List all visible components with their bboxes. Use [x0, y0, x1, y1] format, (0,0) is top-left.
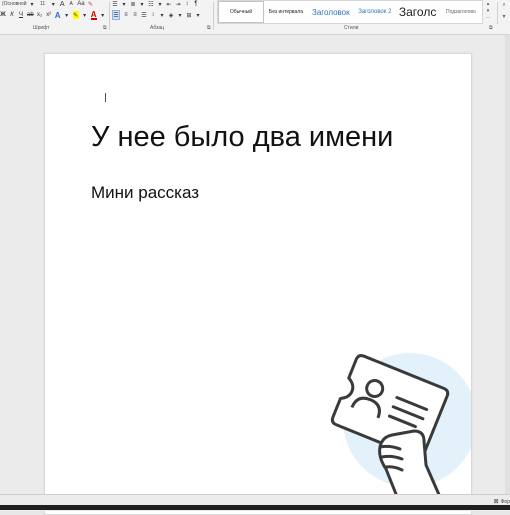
highlight-dropdown-icon[interactable]: ▾ — [82, 11, 88, 19]
paragraph-group-row2: ☰ ≡ ≡ ☰ ↕ ▾ ◈ ▾ ⊞ ▾ — [112, 9, 201, 21]
justify-icon[interactable]: ☰ — [141, 11, 147, 19]
editing-icon[interactable]: ⌕ — [502, 2, 505, 9]
styles-group-label: Стили — [344, 25, 359, 31]
shrink-font-icon[interactable]: A — [68, 0, 74, 8]
font-size-select[interactable]: 11 — [38, 1, 47, 8]
bullets-dropdown-icon[interactable]: ▾ — [121, 0, 127, 8]
styles-scroll: ▴ ▾ ⋯ — [483, 0, 493, 22]
style-subtitle[interactable]: Подзаголово — [440, 1, 482, 23]
style-no-spacing[interactable]: Без интервала — [264, 1, 308, 23]
style-heading-2[interactable]: Заголовок 2 — [354, 1, 396, 23]
align-center-icon[interactable]: ≡ — [123, 11, 129, 19]
ribbon-collapse-icon[interactable]: ▾ — [502, 13, 505, 20]
show-marks-icon[interactable]: ¶ — [193, 0, 199, 8]
line-spacing-dropdown-icon[interactable]: ▾ — [159, 11, 165, 19]
superscript-icon[interactable]: x² — [46, 11, 52, 19]
font-group-row2: Ж К Ч ab x₂ x² A ▾ ✎ ▾ A ▾ — [0, 9, 106, 21]
text-effects-icon[interactable]: A — [55, 11, 61, 20]
font-group-row1: (Основной ▾ 11 ▾ A A Aa ✎ — [0, 0, 94, 8]
subscript-icon[interactable]: x₂ — [37, 11, 43, 19]
multilevel-dropdown-icon[interactable]: ▾ — [157, 0, 163, 8]
font-name-select[interactable]: (Основной — [0, 1, 27, 8]
style-title[interactable]: Заголс — [396, 1, 440, 23]
document-title[interactable]: У нее было два имени — [91, 121, 393, 154]
numbering-dropdown-icon[interactable]: ▾ — [139, 0, 145, 8]
multilevel-list-icon[interactable]: ☷ — [148, 0, 154, 8]
bullets-icon[interactable]: ☰ — [112, 0, 118, 8]
strikethrough-icon[interactable]: ab — [27, 11, 34, 19]
id-card-hand-illustration — [330, 353, 471, 499]
align-left-icon[interactable]: ☰ — [112, 10, 120, 20]
increase-indent-icon[interactable]: ⇥ — [175, 0, 181, 8]
bold-button-partial-icon[interactable]: Ж — [0, 11, 6, 19]
sort-icon[interactable]: ↕ — [184, 0, 190, 8]
text-cursor — [105, 93, 106, 102]
font-dialog-launcher-icon[interactable]: ⧉ — [103, 25, 107, 31]
group-separator — [213, 2, 214, 30]
font-size-dropdown-icon[interactable]: ▾ — [50, 0, 56, 8]
style-heading-1[interactable]: Заголовок — [308, 1, 354, 23]
ribbon: (Основной ▾ 11 ▾ A A Aa ✎ Ж К Ч ab x₂ x²… — [0, 0, 510, 35]
ribbon-right-edge: ⌕ ▾ — [497, 2, 510, 24]
clear-formatting-icon[interactable]: ✎ — [88, 0, 94, 8]
paragraph-group-row1: ☰ ▾ ≣ ▾ ☷ ▾ ⇤ ⇥ ↕ ¶ — [112, 0, 199, 8]
styles-more-icon[interactable]: ⋯ — [486, 15, 491, 21]
paragraph-group-label: Абзац — [150, 25, 165, 31]
line-spacing-icon[interactable]: ↕ — [150, 11, 156, 19]
text-effects-dropdown-icon[interactable]: ▾ — [64, 11, 70, 19]
status-right: ⊠ Фор — [494, 498, 510, 506]
styles-scroll-down-icon[interactable]: ▾ — [487, 8, 490, 14]
font-color-dropdown-icon[interactable]: ▾ — [100, 11, 106, 19]
shading-icon[interactable]: ◈ — [168, 11, 174, 19]
borders-dropdown-icon[interactable]: ▾ — [195, 11, 201, 19]
borders-icon[interactable]: ⊞ — [186, 11, 192, 19]
styles-gallery: Обычный Без интервала Заголовок Заголово… — [217, 0, 483, 24]
italic-button-icon[interactable]: К — [9, 11, 15, 19]
align-right-icon[interactable]: ≡ — [132, 11, 138, 19]
paragraph-dialog-launcher-icon[interactable]: ⧉ — [207, 25, 211, 31]
group-separator — [109, 2, 110, 30]
font-group-label: Шрифт — [33, 25, 50, 31]
document-canvas: У нее было два имени Мини рассказ — [0, 35, 510, 515]
format-pane-icon[interactable]: ⊠ — [494, 498, 499, 505]
numbering-icon[interactable]: ≣ — [130, 0, 136, 8]
vertical-scrollbar[interactable] — [505, 35, 510, 494]
document-page[interactable]: У нее было два имени Мини рассказ — [44, 53, 472, 515]
font-color-icon[interactable]: A — [90, 10, 97, 20]
underline-button-icon[interactable]: Ч — [18, 11, 24, 19]
change-case-icon[interactable]: Aa — [77, 0, 84, 8]
grow-font-icon[interactable]: A — [59, 0, 65, 8]
status-label[interactable]: Фор — [501, 499, 510, 505]
taskbar — [0, 505, 510, 510]
styles-dialog-launcher-icon[interactable]: ⧉ — [489, 25, 493, 31]
style-normal[interactable]: Обычный — [218, 1, 264, 23]
font-name-dropdown-icon[interactable]: ▾ — [29, 0, 35, 8]
styles-scroll-up-icon[interactable]: ▴ — [487, 1, 490, 7]
highlight-color-icon[interactable]: ✎ — [72, 11, 79, 19]
decrease-indent-icon[interactable]: ⇤ — [166, 0, 172, 8]
shading-dropdown-icon[interactable]: ▾ — [177, 11, 183, 19]
document-subtitle[interactable]: Мини рассказ — [91, 183, 199, 203]
